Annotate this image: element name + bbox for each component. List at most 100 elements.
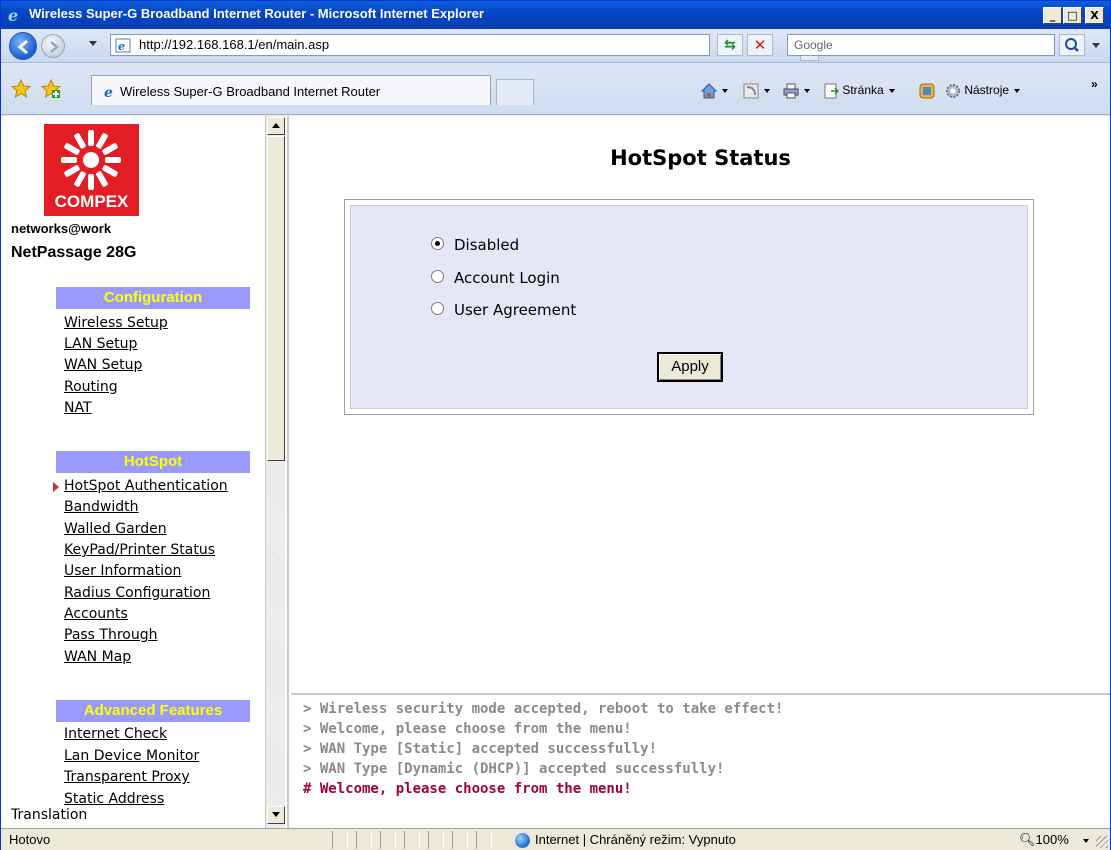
ie-logo-icon: e [8, 7, 18, 23]
status-cell [332, 831, 348, 849]
option-account-login-label: Account Login [454, 269, 560, 287]
print-icon [783, 83, 799, 99]
page-icon: e [115, 38, 131, 53]
address-toolbar: e http://192.168.168.1/en/main.asp ⇆ ✕ G… [1, 29, 1110, 63]
close-button[interactable]: X [1085, 7, 1104, 24]
page-menu[interactable]: Stránka [823, 83, 895, 99]
forward-button[interactable] [41, 34, 65, 58]
print-button[interactable] [783, 83, 810, 99]
tab-label: Wireless Super-G Broadband Internet Rout… [120, 84, 381, 99]
compex-logo: COMPEX [44, 124, 139, 216]
favorites-star-icon[interactable] [11, 79, 31, 99]
navigation-scrollbar[interactable] [265, 116, 285, 828]
search-icon [1065, 38, 1079, 52]
feeds-button[interactable] [743, 83, 770, 99]
search-button[interactable] [1059, 34, 1085, 56]
option-user-agreement-label: User Agreement [454, 301, 577, 319]
nav-lan-device-monitor[interactable]: Lan Device Monitor [64, 748, 199, 764]
page-title: HotSpot Status [610, 146, 791, 170]
nav-wireless-setup[interactable]: Wireless Setup [64, 315, 168, 331]
page-menu-icon [824, 83, 839, 99]
history-dropdown-icon[interactable] [89, 41, 97, 46]
resize-grip[interactable] [1096, 836, 1108, 848]
minimize-button[interactable]: _ [1043, 7, 1062, 24]
security-zone[interactable]: Internet | Chráněný režim: Vypnuto [515, 832, 736, 849]
option-disabled[interactable]: Disabled [431, 236, 519, 254]
svg-text:e: e [104, 85, 113, 99]
nav-hotspot-authentication[interactable]: HotSpot Authentication [64, 478, 228, 494]
radio-account-login[interactable] [431, 270, 444, 283]
nav-bandwidth[interactable]: Bandwidth [64, 499, 139, 515]
log-message: > Wireless security mode accepted, reboo… [303, 701, 784, 717]
home-button[interactable] [701, 83, 728, 99]
address-url[interactable]: http://192.168.168.1/en/main.asp [139, 37, 329, 52]
add-favorite-icon[interactable] [41, 79, 61, 99]
option-account-login[interactable]: Account Login [431, 269, 560, 287]
more-commands-button[interactable]: » [1091, 77, 1098, 91]
option-user-agreement[interactable]: User Agreement [431, 301, 576, 319]
zoom-control[interactable]: 🔍︎100% [1019, 832, 1089, 848]
section-configuration: Configuration [56, 287, 250, 309]
nav-static-address[interactable]: Static Address [64, 791, 164, 807]
message-log: > Wireless security mode accepted, reboo… [291, 693, 1110, 828]
nav-lan-setup[interactable]: LAN Setup [64, 336, 137, 352]
maximize-button[interactable]: □ [1063, 7, 1082, 24]
nav-keypad-printer-status[interactable]: KeyPad/Printer Status [64, 542, 215, 558]
window-title: Wireless Super-G Broadband Internet Rout… [29, 6, 484, 21]
radio-user-agreement[interactable] [431, 302, 444, 315]
browser-window: e Wireless Super-G Broadband Internet Ro… [0, 0, 1111, 850]
apply-button[interactable]: Apply [657, 352, 723, 382]
model-name: NetPassage 28G [11, 244, 137, 261]
nav-radius-configuration[interactable]: Radius Configuration [64, 585, 210, 601]
logo-brand: COMPEX [54, 192, 129, 211]
back-arrow-icon [17, 39, 28, 55]
home-icon [701, 83, 717, 99]
back-button[interactable] [9, 32, 37, 60]
search-options-dropdown[interactable] [1089, 34, 1103, 56]
nav-pass-through[interactable]: Pass Through [64, 627, 158, 643]
tab-current[interactable]: e Wireless Super-G Broadband Internet Ro… [91, 75, 491, 105]
section-advanced-features: Advanced Features [56, 700, 250, 722]
status-cell [476, 831, 492, 849]
nav-transparent-proxy[interactable]: Transparent Proxy [64, 769, 190, 785]
section-hotspot: HotSpot [56, 451, 250, 473]
status-cell [404, 831, 420, 849]
page-menu-label: Stránka [842, 83, 884, 98]
security-zone-label: Internet | Chráněný režim: Vypnuto [535, 832, 736, 847]
log-message: > Welcome, please choose from the menu! [303, 721, 632, 737]
stop-icon: ✕ [753, 36, 767, 54]
status-cell [380, 831, 396, 849]
nav-wan-setup[interactable]: WAN Setup [64, 357, 142, 373]
refresh-button[interactable]: ⇆ [717, 34, 743, 56]
scroll-up-button[interactable] [267, 117, 285, 135]
svg-text:e: e [8, 7, 18, 23]
nav-internet-check[interactable]: Internet Check [64, 726, 167, 742]
title-bar[interactable]: e Wireless Super-G Broadband Internet Ro… [1, 1, 1110, 29]
nav-nat[interactable]: NAT [64, 400, 92, 416]
new-tab-button[interactable] [496, 79, 534, 105]
scroll-thumb[interactable] [267, 136, 285, 461]
option-disabled-label: Disabled [454, 236, 520, 254]
safety-button[interactable] [919, 83, 935, 99]
search-input[interactable]: Google [787, 34, 1055, 56]
svg-text:e: e [118, 40, 125, 53]
status-text: Hotovo [9, 832, 51, 847]
nav-routing[interactable]: Routing [64, 379, 118, 395]
nav-accounts[interactable]: Accounts [64, 606, 128, 622]
zoom-level: 100% [1035, 832, 1069, 847]
safety-icon [919, 83, 935, 99]
navigation-frame: COMPEX networks@work NetPassage 28G Conf… [1, 116, 289, 828]
status-bar: Hotovo Internet | Chráněný režim: Vypnut… [1, 828, 1110, 850]
address-bar[interactable]: e http://192.168.168.1/en/main.asp [110, 34, 819, 61]
nav-wan-map[interactable]: WAN Map [64, 649, 131, 665]
nav-user-information[interactable]: User Information [64, 563, 181, 579]
status-cell [452, 831, 468, 849]
log-message: > WAN Type [Dynamic (DHCP)] accepted suc… [303, 761, 725, 777]
scroll-down-button[interactable] [267, 806, 285, 824]
nav-translation[interactable]: Translation [11, 807, 87, 823]
nav-walled-garden[interactable]: Walled Garden [64, 521, 167, 537]
stop-button[interactable]: ✕ [747, 34, 773, 56]
current-item-arrow-icon [53, 482, 59, 492]
radio-disabled[interactable] [431, 237, 444, 250]
tools-menu[interactable]: Nástroje [945, 83, 1021, 99]
